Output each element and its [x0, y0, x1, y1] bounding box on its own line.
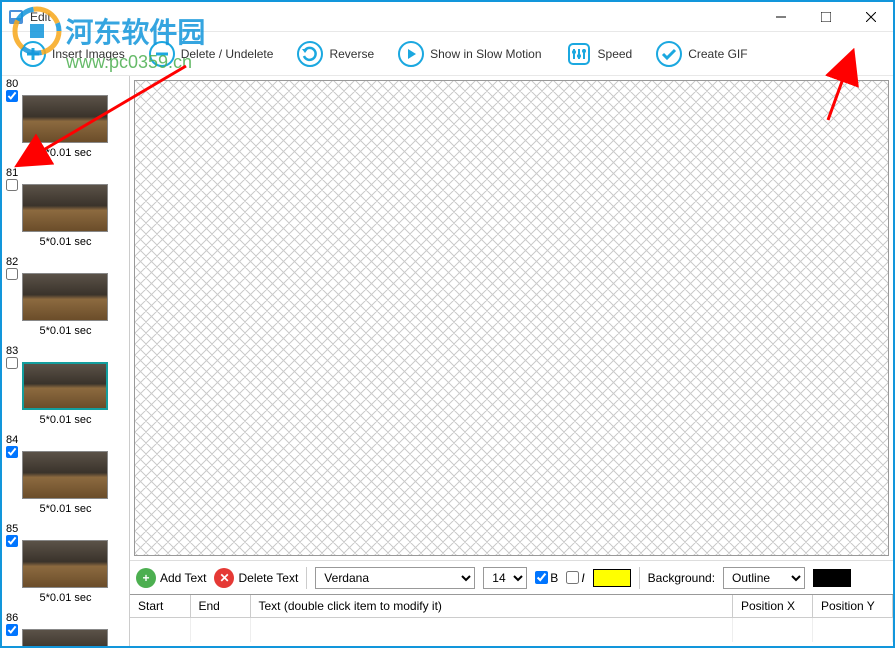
frame-checkbox[interactable]: [6, 90, 18, 102]
frame-number: 81: [6, 167, 20, 179]
frames-sidebar[interactable]: 80 5*0.01 sec 81 5*0.01 sec 82 5*0.01 se…: [2, 76, 130, 646]
frame-item[interactable]: 83 5*0.01 sec: [2, 343, 129, 432]
insert-images-label: Insert Images: [52, 47, 125, 61]
frame-item[interactable]: 81 5*0.01 sec: [2, 165, 129, 254]
frame-duration: 5*0.01 sec: [6, 147, 125, 159]
frame-checkbox[interactable]: [6, 179, 18, 191]
delete-text-label: Delete Text: [238, 571, 298, 585]
font-select[interactable]: Verdana: [315, 567, 475, 589]
create-gif-button[interactable]: Create GIF: [646, 37, 757, 71]
play-icon: [398, 41, 424, 67]
col-text[interactable]: Text (double click item to modify it): [250, 595, 733, 618]
reverse-label: Reverse: [329, 47, 374, 61]
speed-label: Speed: [598, 47, 633, 61]
frame-number: 85: [6, 523, 20, 535]
reverse-icon: [297, 41, 323, 67]
toolbar: Insert Images Delete / Undelete Reverse …: [2, 32, 893, 76]
speed-button[interactable]: Speed: [556, 37, 643, 71]
text-grid[interactable]: Start End Text (double click item to mod…: [130, 594, 893, 646]
window-title: Edit: [30, 10, 758, 24]
bold-checkbox[interactable]: B: [535, 571, 558, 585]
frame-checkbox[interactable]: [6, 268, 18, 280]
speed-icon: [566, 41, 592, 67]
delete-undelete-button[interactable]: Delete / Undelete: [139, 37, 284, 71]
frame-item[interactable]: 82 5*0.01 sec: [2, 254, 129, 343]
frame-duration: 5*0.01 sec: [6, 503, 125, 515]
background-label: Background:: [648, 571, 715, 585]
frame-checkbox[interactable]: [6, 535, 18, 547]
frame-thumbnail[interactable]: [22, 273, 108, 321]
close-button[interactable]: [848, 2, 893, 32]
main-area: 80 5*0.01 sec 81 5*0.01 sec 82 5*0.01 se…: [2, 76, 893, 646]
italic-checkbox[interactable]: I: [566, 571, 584, 585]
frame-number: 83: [6, 345, 20, 357]
frame-number: 86: [6, 612, 20, 624]
col-posx[interactable]: Position X: [733, 595, 813, 618]
add-text-button[interactable]: + Add Text: [136, 568, 206, 588]
frame-checkbox[interactable]: [6, 624, 18, 636]
frame-number: 84: [6, 434, 20, 446]
reverse-button[interactable]: Reverse: [287, 37, 384, 71]
size-select[interactable]: 14: [483, 567, 527, 589]
titlebar: Edit: [2, 2, 893, 32]
slow-motion-button[interactable]: Show in Slow Motion: [388, 37, 551, 71]
create-gif-label: Create GIF: [688, 47, 747, 61]
insert-images-button[interactable]: Insert Images: [10, 37, 135, 71]
maximize-button[interactable]: [803, 2, 848, 32]
text-toolbar: + Add Text ✕ Delete Text Verdana 14 B I …: [130, 560, 893, 594]
frame-duration: 5*0.01 sec: [6, 592, 125, 604]
slow-motion-label: Show in Slow Motion: [430, 47, 541, 61]
separator: [639, 567, 640, 589]
text-color-swatch[interactable]: [593, 569, 631, 587]
bg-color-swatch[interactable]: [813, 569, 851, 587]
frame-duration: 5*0.01 sec: [6, 414, 125, 426]
check-icon: [656, 41, 682, 67]
frame-thumbnail[interactable]: [22, 362, 108, 410]
frame-item[interactable]: 84 5*0.01 sec: [2, 432, 129, 521]
frame-item[interactable]: 86: [2, 610, 129, 646]
frame-thumbnail[interactable]: [22, 629, 108, 646]
frame-number: 80: [6, 78, 20, 90]
preview-canvas[interactable]: [134, 80, 889, 556]
delete-undelete-label: Delete / Undelete: [181, 47, 274, 61]
frame-thumbnail[interactable]: [22, 95, 108, 143]
frame-item[interactable]: 80 5*0.01 sec: [2, 76, 129, 165]
minimize-button[interactable]: [758, 2, 803, 32]
content-area: + Add Text ✕ Delete Text Verdana 14 B I …: [130, 76, 893, 646]
col-start[interactable]: Start: [130, 595, 190, 618]
frame-number: 82: [6, 256, 20, 268]
col-posy[interactable]: Position Y: [813, 595, 893, 618]
col-end[interactable]: End: [190, 595, 250, 618]
frame-duration: 5*0.01 sec: [6, 325, 125, 337]
delete-icon: ✕: [214, 568, 234, 588]
frame-duration: 5*0.01 sec: [6, 236, 125, 248]
separator: [306, 567, 307, 589]
app-icon: [8, 9, 24, 25]
background-select[interactable]: Outline: [723, 567, 805, 589]
table-row[interactable]: [130, 618, 893, 642]
plus-icon: [20, 41, 46, 67]
frame-thumbnail[interactable]: [22, 451, 108, 499]
frame-item[interactable]: 85 5*0.01 sec: [2, 521, 129, 610]
add-text-label: Add Text: [160, 571, 206, 585]
frame-checkbox[interactable]: [6, 357, 18, 369]
minus-icon: [149, 41, 175, 67]
frame-thumbnail[interactable]: [22, 184, 108, 232]
add-icon: +: [136, 568, 156, 588]
frame-thumbnail[interactable]: [22, 540, 108, 588]
frame-checkbox[interactable]: [6, 446, 18, 458]
delete-text-button[interactable]: ✕ Delete Text: [214, 568, 298, 588]
